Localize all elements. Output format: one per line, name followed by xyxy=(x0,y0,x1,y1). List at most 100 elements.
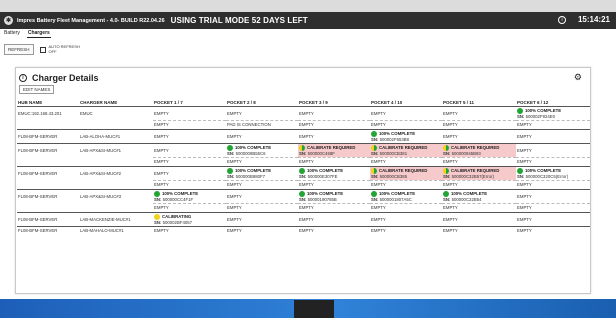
charger-name-cell: EMUC xyxy=(79,105,153,120)
serial-value: 50000190785B xyxy=(307,196,337,202)
serial-prefix: SN: xyxy=(227,150,235,156)
pocket-status: EMPTY xyxy=(517,148,589,153)
pocket-cell: EMPTY xyxy=(298,105,370,120)
pocket-status: EMPTY xyxy=(299,228,369,233)
pocket-cell: EMPTY xyxy=(153,202,226,212)
pocket-status-text: EMPTY xyxy=(443,110,458,116)
pocket-cell: EMPTY xyxy=(516,142,590,157)
panel-header: i Charger Details xyxy=(19,73,99,83)
pocket-status-text: CALIBRATE REQUIRED xyxy=(451,167,500,173)
serial-prefix: SN: xyxy=(371,150,379,156)
tab-bar: Battery Chargers xyxy=(0,29,616,38)
pocket-cell: EMPTY xyxy=(516,225,590,235)
pocket-status: EMPTY xyxy=(154,159,225,164)
table-row[interactable]: EMPTY EMPTY EMPTY EMPTY EMPTY EMPTY xyxy=(17,202,590,212)
pocket-cell: EMPTY xyxy=(370,202,442,212)
pocket-status: EMPTY xyxy=(371,159,441,164)
pocket-status: EMPTY xyxy=(227,217,297,222)
pocket-cell: CALIBRATE REQUIRED SN: 500000C468F xyxy=(298,142,370,157)
pocket-status: EMPTY xyxy=(227,111,297,116)
pocket-cell: EMPTY xyxy=(442,225,516,235)
pocket-status-text: 100% COMPLETE xyxy=(379,190,416,196)
table-row[interactable]: FL08-BFM-SERVER LAB-MACKENZIE-MUC#1 CALIBR… xyxy=(17,211,590,226)
pocket-status-text: EMPTY xyxy=(299,133,314,139)
pocket-cell: 100% COMPLETE SN: 500000B980F7 xyxy=(226,165,298,180)
pocket-status-text: EMPTY xyxy=(299,159,314,164)
pocket-status-text: EMPTY xyxy=(371,216,386,222)
pocket-status: EMPTY xyxy=(154,182,225,187)
pocket-status-text: EMPTY xyxy=(299,228,314,234)
serial-value: 500002BF4057 xyxy=(162,219,192,225)
hub-name-cell: FL08-BFM-SERVER xyxy=(17,165,79,180)
pocket-cell: EMPTY xyxy=(442,156,516,166)
pocket-status: EMPTY xyxy=(299,122,369,127)
info-icon[interactable]: i xyxy=(19,74,27,82)
serial-number: SN: 5000001807A5C xyxy=(371,197,441,202)
pocket-cell: EMPTY xyxy=(370,119,442,129)
pocket-status: EMPTY xyxy=(299,134,369,139)
pocket-cell: EMPTY xyxy=(442,105,516,120)
tab-battery[interactable]: Battery xyxy=(3,29,21,38)
tab-chargers[interactable]: Chargers xyxy=(26,29,51,38)
refresh-button[interactable]: REFRESH xyxy=(4,44,34,55)
pocket-status-text: EMPTY xyxy=(227,110,242,116)
serial-value: 500000C468F xyxy=(307,150,335,156)
pocket-status-text: EMPTY xyxy=(227,133,242,139)
pocket-status-text: 100% COMPLETE xyxy=(451,190,488,196)
hub-name-cell: EMUC:192.168.43.201 xyxy=(17,105,79,120)
pocket-cell: EMPTY xyxy=(442,211,516,226)
edit-names-button[interactable]: EDIT NAMES xyxy=(19,85,55,94)
serial-prefix: SN: xyxy=(371,136,379,142)
pocket-cell: EMPTY xyxy=(298,128,370,143)
table-row[interactable]: FL08-BFM-SERVER LAB-APX&SI-MUC#3 100% COMP… xyxy=(17,188,590,203)
pocket-status-text: 100% COMPLETE xyxy=(307,190,344,196)
empty-cell xyxy=(17,180,79,189)
serial-number: SN: 500002F924E0 xyxy=(517,114,589,119)
table-row[interactable]: EMPTY PAD IS CONNECTION EMPTY EMPTY EMPTY EMP… xyxy=(17,119,590,129)
empty-cell xyxy=(17,120,79,129)
table-row[interactable]: EMUC:192.168.43.201 EMUC EMPTY EMPTY EMPTY EM… xyxy=(17,105,590,120)
clock: 15:14:21 xyxy=(577,15,610,24)
table-row[interactable]: FL08-BFM-SERVER LAB-APX&SI-MUC#1 EMPTY 100%… xyxy=(17,142,590,157)
pocket-cell: EMPTY xyxy=(153,142,226,157)
pocket-status: EMPTY xyxy=(517,122,589,127)
pocket-cell: EMPTY xyxy=(226,128,298,143)
charger-table-body: EMUC:192.168.43.201 EMUC EMPTY EMPTY EMPTY EM… xyxy=(17,105,590,235)
pocket-status-text: EMPTY xyxy=(371,122,386,127)
serial-prefix: SN: xyxy=(517,173,525,179)
info-icon[interactable]: i xyxy=(558,16,566,24)
table-row[interactable]: EMPTY EMPTY EMPTY EMPTY EMPTY EMPTY xyxy=(17,179,590,189)
pocket-status-text: EMPTY xyxy=(371,110,386,116)
serial-number: SN: 50000190785B xyxy=(299,197,369,202)
table-row[interactable]: FL08-BFM-SERVER LAB-APX&SI-MUC#2 EMPTY 100%… xyxy=(17,165,590,180)
pocket-status: EMPTY xyxy=(443,159,515,164)
pocket-status-text: 100% COMPLETE xyxy=(525,107,562,113)
app-title: Impres Battery Fleet Management - 4.0- B… xyxy=(17,17,165,24)
empty-cell xyxy=(79,120,153,129)
table-row[interactable]: FL08-BFM-SERVER LAB-ALOHA-MUC#1 EMPTY EMPTY… xyxy=(17,128,590,143)
pocket-status-text: EMPTY xyxy=(227,228,242,234)
gear-icon[interactable]: ⚙ xyxy=(574,72,582,83)
pocket-status: EMPTY xyxy=(443,111,515,116)
pocket-cell: CALIBRATE REQUIRED SN: 500000C32B57(Error… xyxy=(442,165,516,180)
pocket-status: EMPTY xyxy=(443,228,515,233)
pocket-status-text: EMPTY xyxy=(227,205,242,210)
pocket-cell: EMPTY xyxy=(226,225,298,235)
pocket-status-text: EMPTY xyxy=(443,216,458,222)
pocket-status: EMPTY xyxy=(443,134,515,139)
serial-prefix: SN: xyxy=(227,173,235,179)
table-row[interactable]: EMPTY EMPTY EMPTY EMPTY EMPTY EMPTY xyxy=(17,156,590,166)
pocket-status-text: EMPTY xyxy=(154,110,169,116)
pocket-status: EMPTY xyxy=(371,228,441,233)
pocket-status: EMPTY xyxy=(154,228,225,233)
charger-name-cell: LAB-MAHALO-MUC#1 xyxy=(79,225,153,235)
serial-prefix: SN: xyxy=(517,113,525,119)
pocket-cell: 100% COMPLETE SN: 50000190785B xyxy=(298,188,370,203)
pocket-status-text: EMPTY xyxy=(299,122,314,127)
table-row[interactable]: FL08-BFM-SERVER LAB-MAHALO-MUC#1 EMPTY EMPT… xyxy=(17,225,590,235)
auto-refresh-label: AUTO REFRESH OFF xyxy=(49,44,80,54)
serial-value: 500000CC4F1F xyxy=(162,196,194,202)
auto-refresh-checkbox[interactable] xyxy=(39,46,46,53)
pocket-status-text: EMPTY xyxy=(154,147,169,153)
pocket-status-text: EMPTY xyxy=(154,182,169,187)
